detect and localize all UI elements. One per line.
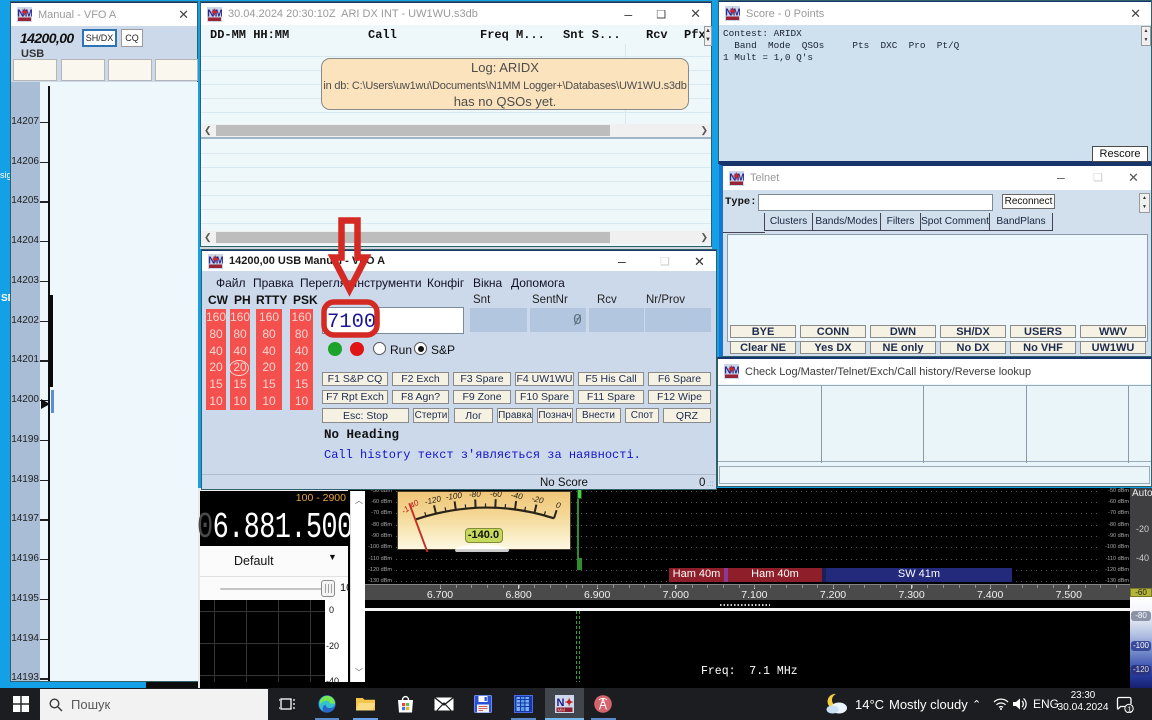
svg-text:-100: -100 xyxy=(445,492,463,502)
svg-text:-80: -80 xyxy=(468,492,481,499)
svg-text:-60: -60 xyxy=(489,492,502,499)
svg-text:1: 1 xyxy=(1128,704,1132,713)
svg-text:MM: MM xyxy=(558,708,566,713)
svg-text:-40: -40 xyxy=(510,492,523,501)
svg-text:-120: -120 xyxy=(423,494,441,507)
svg-text:0: 0 xyxy=(554,500,562,510)
svg-text:-20: -20 xyxy=(530,494,544,506)
